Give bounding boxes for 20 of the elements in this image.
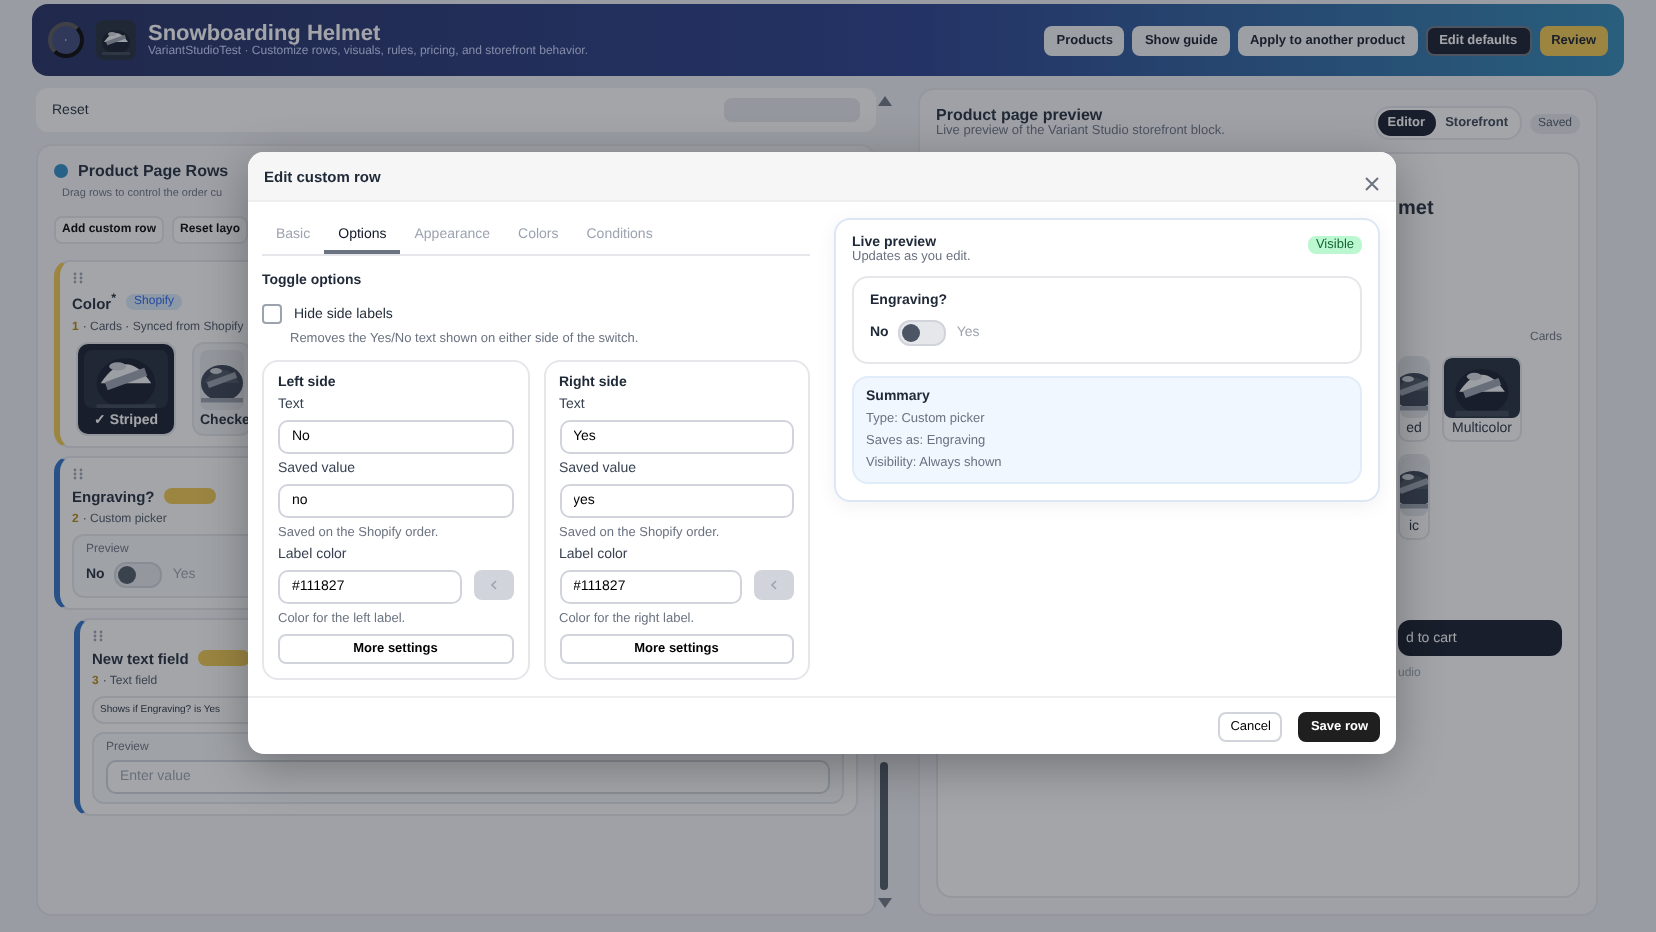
- scroll-up-icon[interactable]: [877, 96, 891, 106]
- toggle-switch[interactable]: [114, 561, 163, 587]
- scroll-down-icon[interactable]: [877, 898, 891, 908]
- product-title: met: [1398, 198, 1436, 220]
- page-title: Snowboarding Helmet: [148, 22, 381, 46]
- chevron-icon: [489, 580, 497, 590]
- checkbox[interactable]: [262, 304, 282, 324]
- drag-handle-icon[interactable]: [72, 272, 84, 284]
- drag-handle-icon[interactable]: [92, 629, 104, 641]
- status-badge: [164, 488, 217, 504]
- color-picker-button[interactable]: [754, 570, 794, 600]
- chevron-icon: [770, 580, 778, 590]
- status-dot: [54, 164, 68, 178]
- back-button[interactable]: [48, 22, 84, 58]
- drag-handle-icon[interactable]: [72, 467, 84, 479]
- panel-title: Product Page Rows: [78, 162, 229, 180]
- panel-title: Product page preview: [936, 106, 1105, 124]
- color-picker-button[interactable]: [473, 570, 513, 600]
- toggle-switch[interactable]: [898, 320, 947, 346]
- status-badge: [198, 650, 251, 666]
